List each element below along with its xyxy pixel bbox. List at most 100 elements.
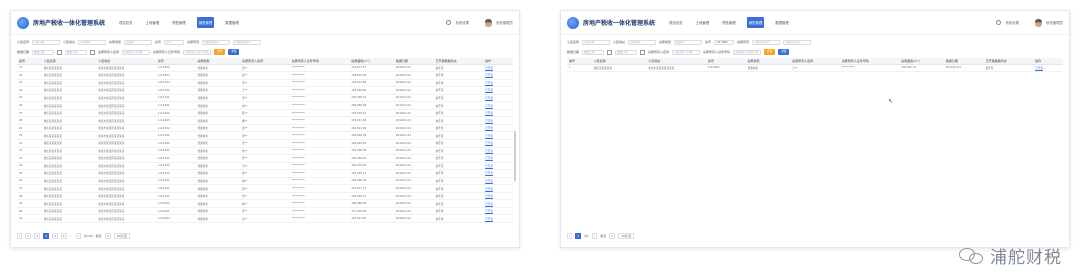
row-action-link[interactable]: 已开票 xyxy=(483,116,513,125)
project-addr-input[interactable]: 小区地址 xyxy=(78,39,107,45)
table-cell: 41 xyxy=(17,214,42,223)
date-from-input[interactable]: 数据日期 xyxy=(582,49,605,55)
search-button[interactable]: 查询 xyxy=(764,49,776,55)
type-select[interactable]: 请选择 xyxy=(124,39,153,45)
search-button[interactable]: 查询 xyxy=(214,49,226,55)
date-label: 数据日期 xyxy=(17,50,30,54)
gear-icon[interactable] xyxy=(996,20,1002,25)
nav-tab-data[interactable]: 数据管理 xyxy=(223,17,241,28)
prev-page-button[interactable]: ‹ xyxy=(17,233,23,239)
table-cell: 朱** xyxy=(240,169,290,178)
prev-page-button[interactable]: ‹ xyxy=(567,233,573,239)
nav-tab-sales[interactable]: 销售管理 xyxy=(746,17,765,28)
row-action-link[interactable]: 已开票 xyxy=(483,169,513,178)
nav-tab-overview[interactable]: 项目总览 xyxy=(117,17,135,28)
table-cell: 1-6-1301 xyxy=(155,154,196,163)
table-cell: 普通住宅 xyxy=(745,64,791,73)
type-select[interactable]: 请选择 xyxy=(674,39,703,45)
project-name-input[interactable]: 小区名称 xyxy=(582,39,611,45)
table-cell: 37 xyxy=(17,184,42,193)
row-action-link[interactable]: 已开票 xyxy=(483,64,513,73)
row-action-link[interactable]: 已开票 xyxy=(483,139,513,148)
logo-icon xyxy=(17,16,29,29)
buyer-input[interactable]: 房屋所有权人 xyxy=(752,39,781,45)
jump-input[interactable]: 3 xyxy=(104,233,111,239)
row-action-link[interactable]: 已开票 xyxy=(483,131,513,140)
nav-tab-land[interactable]: 土地管理 xyxy=(144,17,162,28)
page-5-button[interactable]: 5 xyxy=(60,233,67,239)
row-action-link[interactable]: 已开票 xyxy=(483,162,513,171)
row-action-link[interactable]: 已开票 xyxy=(483,184,513,193)
table-cell: 2019-01-01 xyxy=(393,109,434,118)
page-2-button[interactable]: 2 xyxy=(34,233,41,239)
nav-tab-sales[interactable]: 销售管理 xyxy=(196,17,215,28)
nav-tab-overview[interactable]: 项目总览 xyxy=(667,17,685,28)
row-action-link[interactable]: 已开票 xyxy=(483,177,513,186)
page-1-button[interactable]: 1 xyxy=(25,233,32,239)
table-cell: 2019-01-01 xyxy=(393,94,434,103)
user-label[interactable]: 系统管理员 xyxy=(1046,20,1063,25)
jump-input[interactable]: 1 xyxy=(609,233,616,239)
nav-tab-presale[interactable]: 预售管理 xyxy=(720,17,738,28)
page-1-button[interactable]: 1 xyxy=(575,233,582,239)
row-action-link[interactable]: 已开票 xyxy=(483,109,513,118)
next-page-button[interactable]: › xyxy=(592,233,598,239)
calendar-icon[interactable] xyxy=(90,49,96,55)
avatar[interactable] xyxy=(485,18,493,27)
row-action-link[interactable]: 已开票 xyxy=(483,86,513,95)
settings-label[interactable]: 系统设置 xyxy=(455,20,469,25)
page-size-select[interactable]: 20条/页 xyxy=(618,233,635,239)
id-input[interactable]: 房屋所有人证件号码 xyxy=(183,49,212,55)
nav-tab-data[interactable]: 数据管理 xyxy=(773,17,791,28)
table-cell: ********** xyxy=(289,109,350,118)
calendar-icon[interactable] xyxy=(607,49,613,55)
nav-tab-presale[interactable]: 预售管理 xyxy=(170,17,188,28)
row-action-link[interactable]: 已开票 xyxy=(483,207,513,216)
row-action-link[interactable]: 已开票 xyxy=(483,94,513,103)
user-label[interactable]: 系统管理员 xyxy=(496,20,513,25)
project-addr-input[interactable]: 小区地址 xyxy=(628,39,657,45)
id-input[interactable]: 房屋所有人证件号码 xyxy=(733,49,762,55)
project-name-input[interactable]: 小区名称 xyxy=(32,39,61,45)
date-from-input[interactable]: 数据日期 xyxy=(32,49,55,55)
calendar-icon[interactable] xyxy=(640,49,646,55)
row-action-link[interactable]: 已开票 xyxy=(483,71,513,80)
buyer-input-2[interactable]: 房屋所有权人 xyxy=(233,39,262,45)
top-bar: 房地产税收一体化管理系统 项目总览 土地管理 预售管理 销售管理 数据管理 系统… xyxy=(561,11,1069,35)
table-row: 25 重庆某某某某某 重庆市某某区某某某某 1-6-1701 普通住宅 李** ******… xyxy=(17,94,513,103)
room-input[interactable]: 1-6-1802 xyxy=(714,39,735,45)
date-to-input[interactable]: 数据日期 xyxy=(615,49,638,55)
row-action-link[interactable]: 已开票 xyxy=(483,147,513,156)
reset-button[interactable]: 重置 xyxy=(778,49,790,55)
row-action-link[interactable]: 已开票 xyxy=(483,199,513,208)
owner-input[interactable]: 房屋所有人名称 xyxy=(672,49,701,55)
scrollbar[interactable] xyxy=(514,131,516,181)
date-to-input[interactable]: 数据日期 xyxy=(65,49,88,55)
page-4-button[interactable]: 4 xyxy=(51,233,58,239)
nav-tab-land[interactable]: 土地管理 xyxy=(694,17,712,28)
avatar[interactable] xyxy=(1035,18,1043,27)
buyer-input[interactable]: 房屋所有权人 xyxy=(202,39,231,45)
table-cell: 普通住宅 xyxy=(195,94,241,103)
page-3-button[interactable]: 3 xyxy=(43,233,49,239)
table-cell: ********** xyxy=(289,86,350,95)
room-label: 房号 xyxy=(155,40,162,44)
row-action-link[interactable]: 已开票 xyxy=(483,154,513,163)
reset-button[interactable]: 重置 xyxy=(228,49,240,55)
settings-label[interactable]: 系统设置 xyxy=(1005,20,1019,25)
row-action-link[interactable]: 已开票 xyxy=(1033,64,1063,73)
row-action-link[interactable]: 已开票 xyxy=(483,101,513,110)
next-page-button[interactable]: › xyxy=(75,233,82,239)
row-action-link[interactable]: 已开票 xyxy=(483,192,513,201)
calendar-icon[interactable] xyxy=(57,49,63,55)
table-cell: 1-6-1802 xyxy=(155,64,196,73)
gear-icon[interactable] xyxy=(446,20,452,25)
row-action-link[interactable]: 已开票 xyxy=(483,79,513,88)
table-cell: 2019-01-01 xyxy=(393,64,434,73)
room-input[interactable]: 房号 xyxy=(164,39,185,45)
row-action-link[interactable]: 已开票 xyxy=(483,214,513,223)
row-action-link[interactable]: 已开票 xyxy=(483,124,513,133)
owner-input[interactable]: 房屋所有人名称 xyxy=(122,49,151,55)
page-size-select[interactable]: 20条/页 xyxy=(113,233,130,239)
buyer-input-2[interactable]: 房屋所有权人 xyxy=(783,39,812,45)
